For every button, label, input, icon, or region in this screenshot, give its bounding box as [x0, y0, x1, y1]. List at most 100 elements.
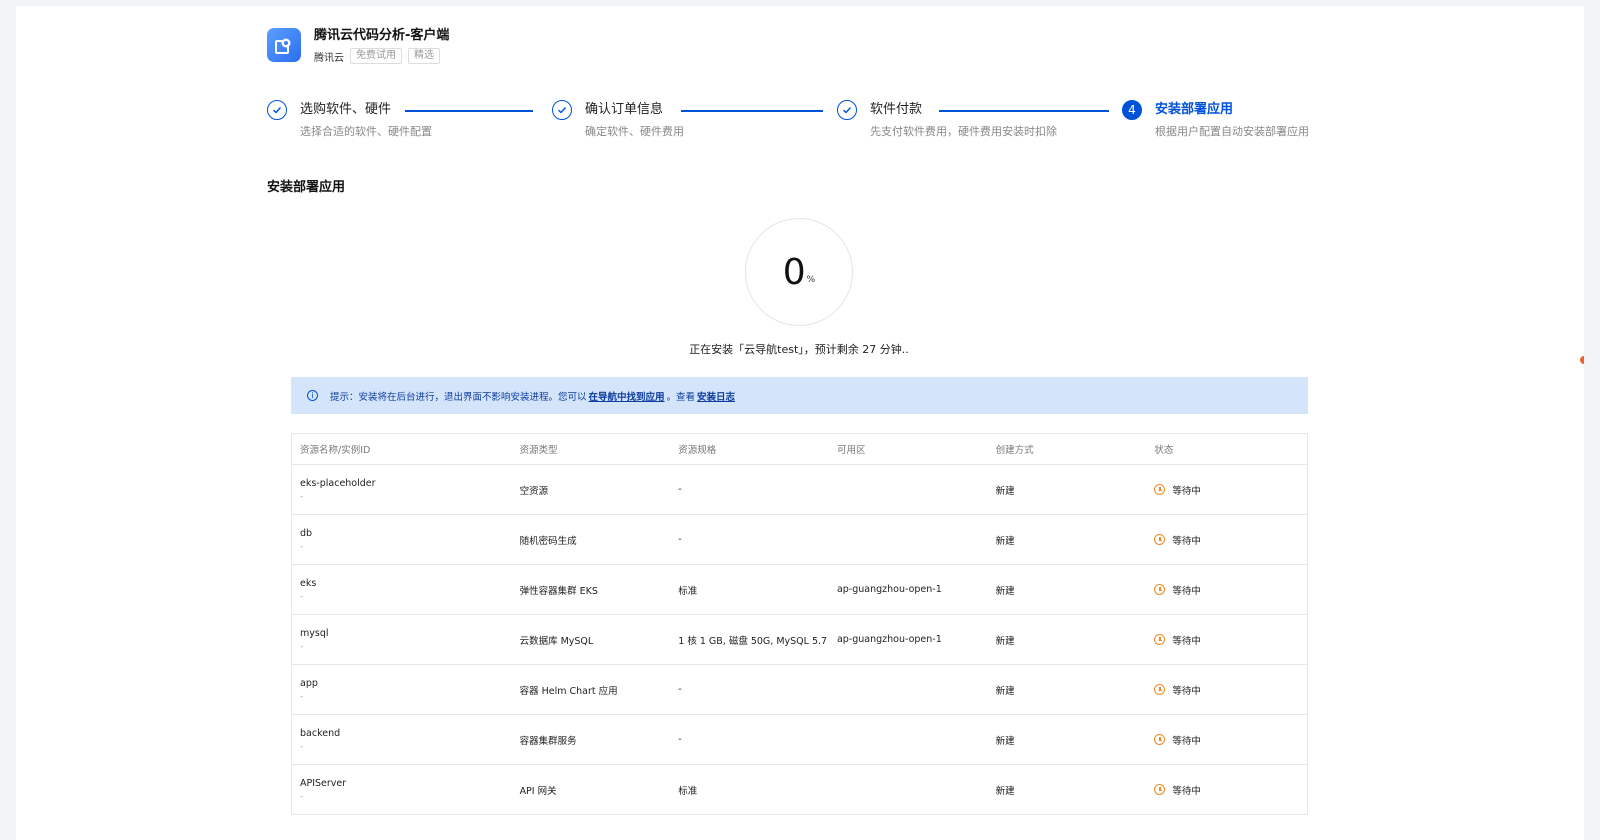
- status-text: 等待中: [1172, 685, 1201, 697]
- resource-name-cell: APIServer -: [292, 778, 512, 802]
- availability-zone: ap-guangzhou-open-1: [836, 634, 942, 645]
- info-alert: i 提示：安装将在后台进行，退出界面不影响安装进程。您可以 在导航中找到应用 。…: [291, 377, 1308, 414]
- creation-method: 新建: [995, 485, 1015, 497]
- resource-name-cell: app -: [292, 678, 512, 702]
- step-desc: 先支付软件费用，硬件费用安装时扣除: [870, 125, 1057, 138]
- status-cell: 等待中: [1146, 633, 1307, 647]
- instance-id: -: [300, 491, 304, 502]
- resource-name: db: [300, 527, 313, 539]
- product-header: 腾讯云代码分析-客户端 腾讯云 免费试用 精选: [267, 28, 449, 64]
- clock-icon: [1154, 734, 1166, 745]
- table-row: mysql - 云数据库 MySQL 1 核 1 GB, 磁盘 50G, MySQL …: [292, 614, 1307, 664]
- resource-name-cell: mysql -: [292, 628, 512, 652]
- resource-type: 容器 Helm Chart 应用: [519, 685, 618, 697]
- alert-text: 提示：安装将在后台进行，退出界面不影响安装进程。您可以: [330, 391, 587, 403]
- resource-name: backend: [300, 727, 341, 739]
- instance-id: -: [300, 791, 304, 802]
- status-text: 等待中: [1172, 785, 1201, 797]
- product-title: 腾讯云代码分析-客户端: [314, 28, 450, 43]
- resource-spec: -: [678, 484, 682, 495]
- progress-ring: 0 %: [745, 218, 853, 326]
- column-header: 资源类型: [519, 445, 558, 456]
- resource-type: 容器集群服务: [519, 735, 577, 747]
- clock-icon: [1154, 634, 1166, 645]
- clock-icon: [1154, 784, 1166, 795]
- resource-name-cell: eks -: [292, 578, 512, 602]
- clock-icon: [1154, 534, 1166, 545]
- resource-name: eks-placeholder: [300, 477, 376, 489]
- status-text: 等待中: [1172, 635, 1201, 647]
- tag-featured: 精选: [408, 48, 440, 64]
- column-header: 资源规格: [678, 445, 717, 456]
- tag-free-trial: 免费试用: [350, 48, 402, 64]
- creation-method: 新建: [995, 735, 1015, 747]
- check-icon: [552, 100, 572, 120]
- creation-method: 新建: [995, 635, 1015, 647]
- find-app-link[interactable]: 在导航中找到应用: [589, 389, 665, 403]
- status-cell: 等待中: [1146, 683, 1307, 697]
- clock-icon: [1154, 584, 1166, 595]
- status-cell: 等待中: [1146, 783, 1307, 797]
- creation-method: 新建: [995, 685, 1015, 697]
- table-header: 资源名称/实例ID 资源类型 资源规格 可用区 创建方式 状态: [292, 434, 1307, 464]
- progress-unit: %: [806, 275, 816, 285]
- product-vendor: 腾讯云: [314, 52, 344, 64]
- alert-text-middle: 。查看: [666, 391, 696, 403]
- install-log-link[interactable]: 安装日志: [697, 389, 735, 403]
- resource-spec: -: [678, 684, 682, 695]
- section-title: 安装部署应用: [267, 180, 346, 195]
- app-logo-icon: [275, 38, 291, 54]
- clock-icon: [1154, 484, 1166, 495]
- step-title: 安装部署应用: [1155, 102, 1234, 117]
- creation-method: 新建: [995, 585, 1015, 597]
- instance-id: -: [300, 591, 304, 602]
- step-2: 确认订单信息 确定软件、硬件费用: [552, 100, 684, 139]
- steps: 选购软件、硬件 选择合适的软件、硬件配置 确认订单信息 确定软件、硬件费用 软件…: [267, 100, 1347, 150]
- status-cell: 等待中: [1146, 583, 1307, 597]
- instance-id: -: [300, 641, 304, 652]
- column-header: 资源名称/实例ID: [300, 445, 371, 456]
- progress-value: 0: [782, 251, 806, 293]
- step-connector: [939, 110, 1109, 112]
- availability-zone: ap-guangzhou-open-1: [836, 584, 942, 595]
- status-text: 等待中: [1172, 535, 1201, 547]
- step-1: 选购软件、硬件 选择合适的软件、硬件配置: [267, 100, 432, 139]
- resource-type: 云数据库 MySQL: [519, 635, 594, 647]
- step-desc: 确定软件、硬件费用: [585, 125, 684, 138]
- column-header: 可用区: [836, 445, 866, 456]
- product-logo: [267, 28, 301, 62]
- table-row: app - 容器 Helm Chart 应用 - 新建 等待中: [292, 664, 1307, 714]
- table-row: backend - 容器集群服务 - 新建 等待中: [292, 714, 1307, 764]
- instance-id: -: [300, 741, 304, 752]
- step-connector: [681, 110, 823, 112]
- resource-type: 空资源: [519, 485, 549, 497]
- info-icon: i: [307, 390, 318, 401]
- status-cell: 等待中: [1146, 733, 1307, 747]
- status-cell: 等待中: [1146, 533, 1307, 547]
- step-title: 确认订单信息: [585, 102, 664, 117]
- resource-spec: -: [678, 534, 682, 545]
- instance-id: -: [300, 691, 304, 702]
- resource-name: APIServer: [300, 777, 347, 789]
- edge-indicator: [1580, 356, 1584, 364]
- page: 腾讯云代码分析-客户端 腾讯云 免费试用 精选 选购软件、硬件 选择合适的软件、…: [16, 6, 1584, 840]
- resource-spec: 标准: [678, 585, 698, 597]
- step-connector: [405, 110, 533, 112]
- column-header: 状态: [1154, 445, 1174, 456]
- progress-status-text: 正在安装「云导航test」，预计剩余 27 分钟..: [689, 343, 909, 356]
- creation-method: 新建: [995, 535, 1015, 547]
- resource-name-cell: db -: [292, 528, 512, 552]
- step-number-badge: 4: [1122, 100, 1142, 120]
- step-3: 软件付款 先支付软件费用，硬件费用安装时扣除: [837, 100, 1057, 139]
- status-text: 等待中: [1172, 485, 1201, 497]
- status-text: 等待中: [1172, 735, 1201, 747]
- table-body: eks-placeholder - 空资源 - 新建 等待中 db - 随机密码生成 - 新建 等待中…: [292, 464, 1307, 814]
- check-icon: [267, 100, 287, 120]
- instance-id: -: [300, 541, 304, 552]
- resource-spec: 1 核 1 GB, 磁盘 50G, MySQL 5.7: [678, 635, 828, 647]
- column-header: 创建方式: [995, 445, 1034, 456]
- status-text: 等待中: [1172, 585, 1201, 597]
- resource-type: 随机密码生成: [519, 535, 577, 547]
- resource-type: API 网关: [519, 785, 557, 797]
- resource-type: 弹性容器集群 EKS: [519, 585, 598, 597]
